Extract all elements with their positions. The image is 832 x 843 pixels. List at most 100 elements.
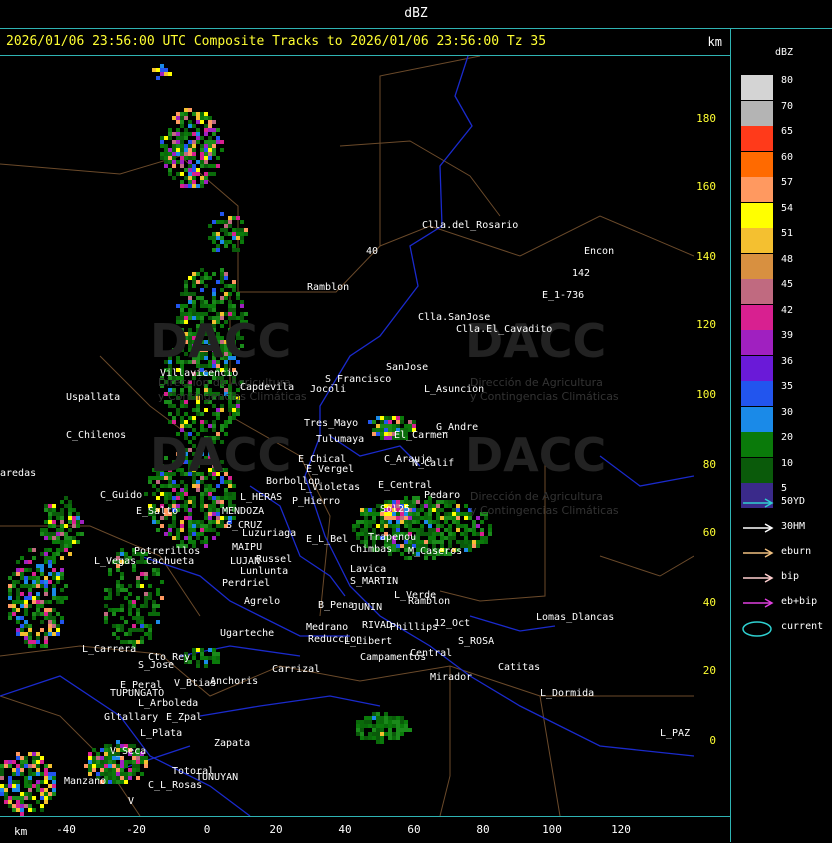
place-label: P_Hierro: [292, 496, 341, 507]
echo-pixel: [36, 632, 40, 636]
place-label: Tres_Mayo: [304, 418, 359, 429]
echo-pixel: [236, 408, 240, 412]
echo-pixel: [40, 760, 44, 764]
echo-pixel: [184, 148, 188, 152]
echo-pixel: [216, 416, 220, 420]
echo-pixel: [68, 536, 72, 540]
echo-pixel: [472, 524, 476, 528]
echo-pixel: [204, 540, 208, 544]
echo-pixel: [148, 624, 152, 628]
echo-pixel: [368, 508, 372, 512]
echo-pixel: [156, 76, 160, 80]
echo-pixel: [428, 516, 432, 520]
place-label: L_Libert: [344, 636, 393, 647]
echo-pixel: [420, 524, 424, 528]
echo-pixel: [48, 564, 52, 568]
echo-pixel: [160, 140, 164, 144]
echo-pixel: [136, 764, 140, 768]
echo-pixel: [168, 132, 172, 136]
echo-pixel: [180, 504, 184, 508]
echo-pixel: [216, 164, 220, 168]
echo-pixel: [428, 536, 432, 540]
place-label: RIVAD: [362, 620, 393, 631]
arrow-icon: [743, 498, 774, 508]
echo-pixel: [188, 152, 192, 156]
echo-pixel: [192, 280, 196, 284]
echo-pixel: [0, 792, 4, 796]
echo-pixel: [384, 724, 388, 728]
echo-pixel: [4, 764, 8, 768]
echo-pixel: [108, 768, 112, 772]
echo-pixel: [160, 152, 164, 156]
echo-pixel: [232, 280, 236, 284]
echo-pixel: [152, 608, 156, 612]
echo-pixel: [380, 740, 384, 744]
echo-pixel: [20, 768, 24, 772]
echo-pixel: [440, 508, 444, 512]
echo-pixel: [100, 760, 104, 764]
echo-pixel: [36, 772, 40, 776]
echo-pixel: [384, 424, 388, 428]
echo-pixel: [8, 604, 12, 608]
echo-pixel: [188, 540, 192, 544]
echo-pixel: [20, 632, 24, 636]
echo-pixel: [200, 112, 204, 116]
echo-pixel: [20, 624, 24, 628]
echo-pixel: [472, 520, 476, 524]
echo-pixel: [212, 648, 216, 652]
echo-pixel: [120, 764, 124, 768]
place-label: Clla.El_Cavadito: [456, 324, 553, 335]
echo-pixel: [436, 508, 440, 512]
echo-pixel: [236, 216, 240, 220]
echo-pixel: [208, 488, 212, 492]
echo-pixel: [196, 484, 200, 488]
echo-pixel: [28, 752, 32, 756]
echo-pixel: [168, 412, 172, 416]
echo-pixel: [44, 772, 48, 776]
echo-pixel: [352, 524, 356, 528]
echo-pixel: [56, 572, 60, 576]
track-legend-label: 50YD: [781, 496, 806, 507]
echo-pixel: [100, 764, 104, 768]
legend-swatch-label: 60: [781, 151, 794, 163]
echo-pixel: [40, 620, 44, 624]
place-label: V_Seca: [110, 746, 147, 757]
echo-pixel: [364, 508, 368, 512]
echo-pixel: [448, 532, 452, 536]
echo-pixel: [60, 568, 64, 572]
echo-pixel: [424, 540, 428, 544]
echo-pixel: [8, 764, 12, 768]
echo-pixel: [140, 620, 144, 624]
echo-pixel: [40, 604, 44, 608]
echo-pixel: [220, 140, 224, 144]
echo-pixel: [60, 588, 64, 592]
arrow-icon: [743, 573, 774, 583]
echo-pixel: [200, 496, 204, 500]
echo-pixel: [424, 520, 428, 524]
echo-pixel: [372, 712, 376, 716]
echo-pixel: [372, 716, 376, 720]
echo-pixel: [72, 536, 76, 540]
echo-pixel: [216, 280, 220, 284]
x-tick-label: 40: [338, 823, 352, 836]
echo-pixel: [196, 116, 200, 120]
echo-pixel: [376, 712, 380, 716]
echo-pixel: [56, 632, 60, 636]
echo-pixel: [28, 808, 32, 812]
echo-pixel: [372, 428, 376, 432]
echo-pixel: [208, 136, 212, 140]
radar-map[interactable]: DACC Dirección de Agricultura y Continge…: [0, 56, 694, 816]
echo-pixel: [92, 756, 96, 760]
echo-pixel: [404, 724, 408, 728]
echo-pixel: [180, 404, 184, 408]
echo-pixel: [48, 628, 52, 632]
echo-pixel: [160, 72, 164, 76]
legend-swatch-label: 80: [781, 75, 794, 86]
echo-pixel: [212, 172, 216, 176]
echo-pixel: [60, 520, 64, 524]
echo-pixel: [24, 560, 28, 564]
echo-pixel: [444, 512, 448, 516]
echo-pixel: [204, 484, 208, 488]
echo-pixel: [236, 296, 240, 300]
echo-pixel: [204, 544, 208, 548]
